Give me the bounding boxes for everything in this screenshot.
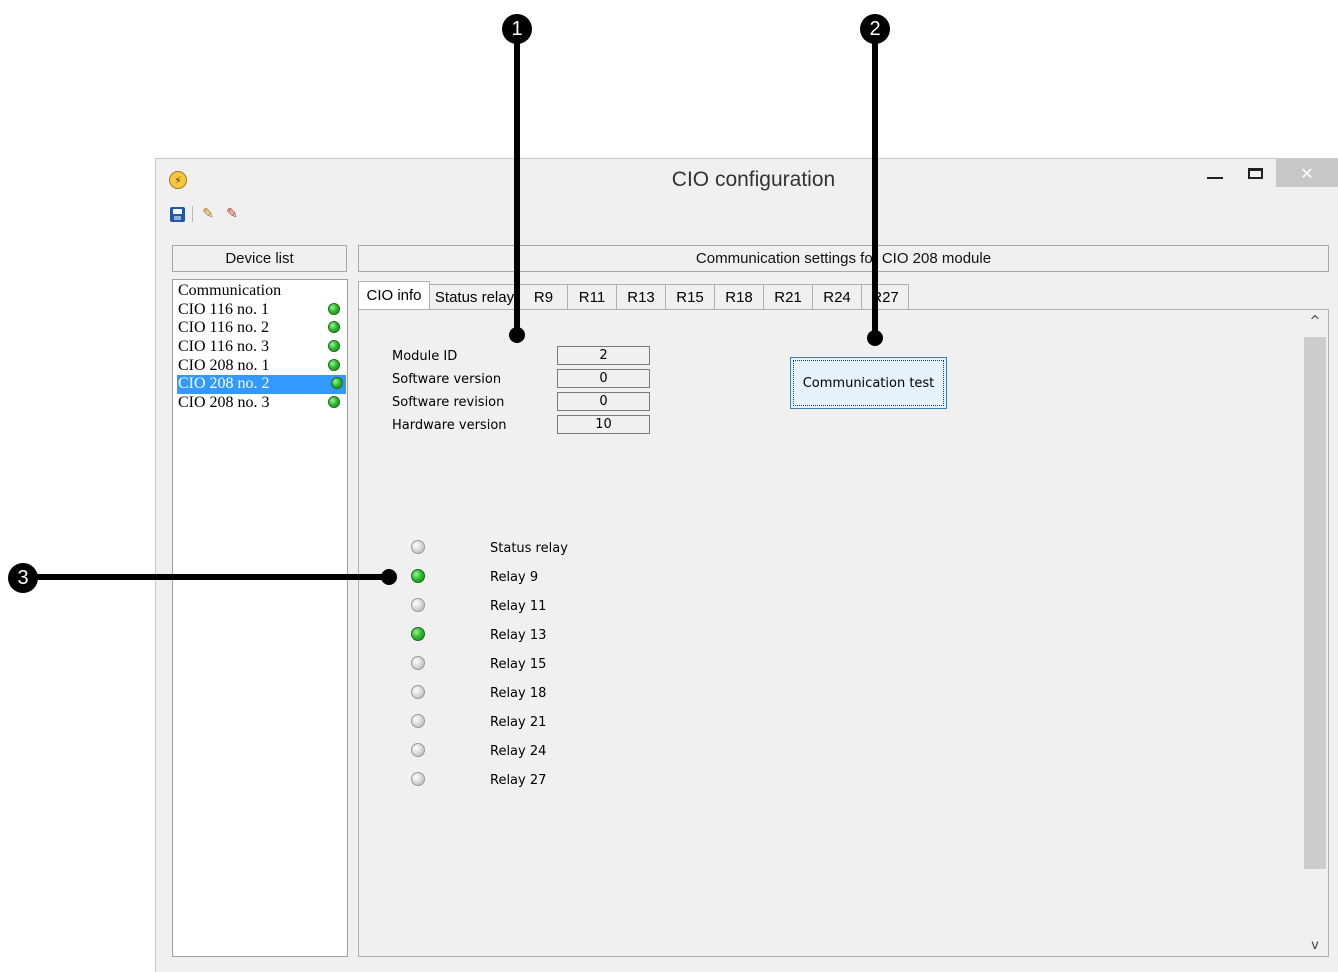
device-item-cio208-3[interactable]: CIO 208 no. 3: [177, 394, 343, 413]
device-label: CIO 208 no. 3: [178, 394, 270, 412]
device-label: Communication: [178, 282, 282, 299]
software-version-value: 0: [557, 369, 650, 388]
device-item-communication[interactable]: Communication: [177, 282, 343, 301]
edit-icon: ✎: [202, 206, 214, 222]
maximize-icon: [1247, 167, 1263, 179]
relay-led-icon: [411, 627, 425, 641]
cio-info-panel: Module ID 2 Software version 0 Software …: [358, 309, 1329, 957]
tab-cio-info[interactable]: CIO info: [358, 281, 430, 309]
relay-label: Relay 9: [490, 570, 539, 585]
save-button[interactable]: [168, 205, 186, 223]
window-title: CIO configuration: [671, 168, 836, 191]
relay-label: Relay 15: [490, 657, 547, 672]
status-led-icon: [331, 377, 343, 390]
edit-button[interactable]: ✎: [199, 205, 217, 223]
relay-led-icon: [411, 540, 425, 554]
relay-label: Status relay: [490, 541, 568, 556]
callout-1-dot: [509, 327, 525, 343]
tab-r18[interactable]: R18: [714, 284, 764, 309]
relay-led-icon: [411, 772, 425, 786]
relay-label: Relay 11: [490, 599, 547, 614]
toolbar-separator: [192, 206, 193, 222]
relay-led-icon: [411, 656, 425, 670]
device-item-cio116-2[interactable]: CIO 116 no. 2: [177, 319, 343, 338]
relay-led-icon: [411, 714, 425, 728]
toolbar: ✎ ✎: [168, 203, 241, 225]
tab-r21[interactable]: R21: [763, 284, 813, 309]
scrollbar-thumb[interactable]: [1304, 337, 1326, 869]
callout-2-dot: [867, 330, 883, 346]
callout-2-marker: 2: [860, 14, 890, 44]
status-led-icon: [328, 321, 340, 334]
tab-r13[interactable]: R13: [616, 284, 666, 309]
relay-label: Relay 18: [490, 686, 547, 701]
status-led-icon: [328, 340, 340, 353]
relay-led-icon: [411, 569, 425, 583]
module-id-label: Module ID: [392, 349, 458, 364]
status-led-icon: [328, 396, 340, 409]
device-list[interactable]: Communication CIO 116 no. 1 CIO 116 no. …: [172, 279, 348, 957]
callout-3-line: [28, 574, 388, 580]
callout-1-line: [514, 38, 520, 336]
minimize-button[interactable]: [1196, 159, 1234, 187]
relay-label: Relay 27: [490, 773, 547, 788]
edit-reload-button[interactable]: ✎: [223, 205, 241, 223]
callout-1-marker: 1: [502, 14, 532, 44]
close-button[interactable]: ✕: [1276, 159, 1338, 187]
scroll-up-icon[interactable]: ^: [1304, 310, 1326, 332]
device-item-cio116-1[interactable]: CIO 116 no. 1: [177, 301, 343, 320]
device-label: CIO 116 no. 1: [178, 300, 269, 318]
device-item-cio116-3[interactable]: CIO 116 no. 3: [177, 338, 343, 357]
edit-reload-icon: ✎: [226, 206, 238, 222]
device-label: CIO 208 no. 2: [178, 375, 270, 393]
device-item-cio208-2[interactable]: CIO 208 no. 2: [177, 375, 346, 395]
tab-r27[interactable]: R27: [861, 284, 909, 309]
hardware-version-label: Hardware version: [392, 418, 507, 433]
device-item-cio208-1[interactable]: CIO 208 no. 1: [177, 357, 343, 376]
module-id-value: 2: [557, 346, 650, 365]
relay-led-icon: [411, 743, 425, 757]
status-led-icon: [328, 302, 340, 315]
minimize-icon: [1207, 177, 1223, 179]
save-icon: [169, 206, 185, 222]
communication-test-button[interactable]: Communication test: [790, 357, 947, 409]
tab-status-relay[interactable]: Status relay: [429, 284, 520, 309]
relay-label: Relay 24: [490, 744, 547, 759]
callout-3-dot: [381, 569, 397, 585]
device-label: CIO 208 no. 1: [178, 356, 270, 374]
maximize-button[interactable]: [1236, 159, 1274, 187]
software-version-label: Software version: [392, 372, 502, 387]
tab-r24[interactable]: R24: [812, 284, 862, 309]
relay-led-icon: [411, 685, 425, 699]
scroll-down-icon[interactable]: v: [1304, 934, 1326, 956]
relay-label: Relay 21: [490, 715, 547, 730]
software-revision-value: 0: [557, 392, 650, 411]
callout-3-marker: 3: [8, 563, 38, 593]
tab-strip: CIO info Status relay R9 R11 R13 R15 R18…: [358, 281, 909, 309]
device-label: CIO 116 no. 2: [178, 319, 269, 337]
communication-settings-header: Communication settings for CIO 208 modul…: [358, 245, 1329, 272]
relay-label: Relay 13: [490, 628, 547, 643]
vertical-scrollbar[interactable]: ^ v: [1304, 310, 1326, 956]
device-list-header: Device list: [172, 245, 347, 272]
status-led-icon: [328, 358, 340, 371]
tab-r11[interactable]: R11: [567, 284, 617, 309]
tab-r15[interactable]: R15: [665, 284, 715, 309]
relay-led-icon: [411, 598, 425, 612]
cio-configuration-window: ⚡ CIO configuration ✕ ✎ ✎ Device list Co…: [155, 158, 1338, 972]
tab-r9[interactable]: R9: [519, 284, 568, 309]
callout-2-line: [872, 38, 878, 336]
hardware-version-value: 10: [557, 415, 650, 434]
device-label: CIO 116 no. 3: [178, 338, 269, 356]
software-revision-label: Software revision: [392, 395, 505, 410]
